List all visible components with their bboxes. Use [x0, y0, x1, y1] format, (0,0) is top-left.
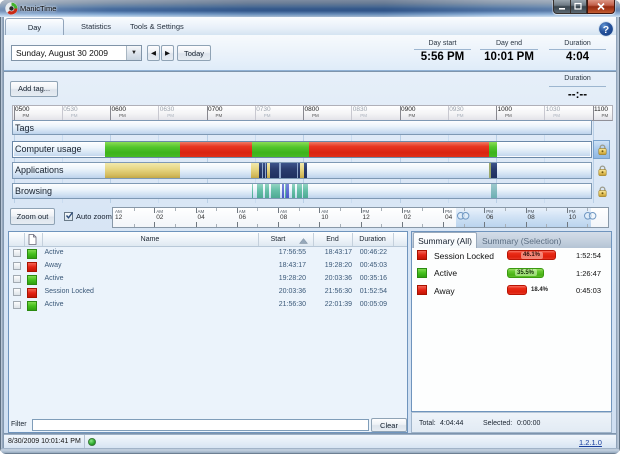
svg-text:?: ? [603, 24, 609, 36]
